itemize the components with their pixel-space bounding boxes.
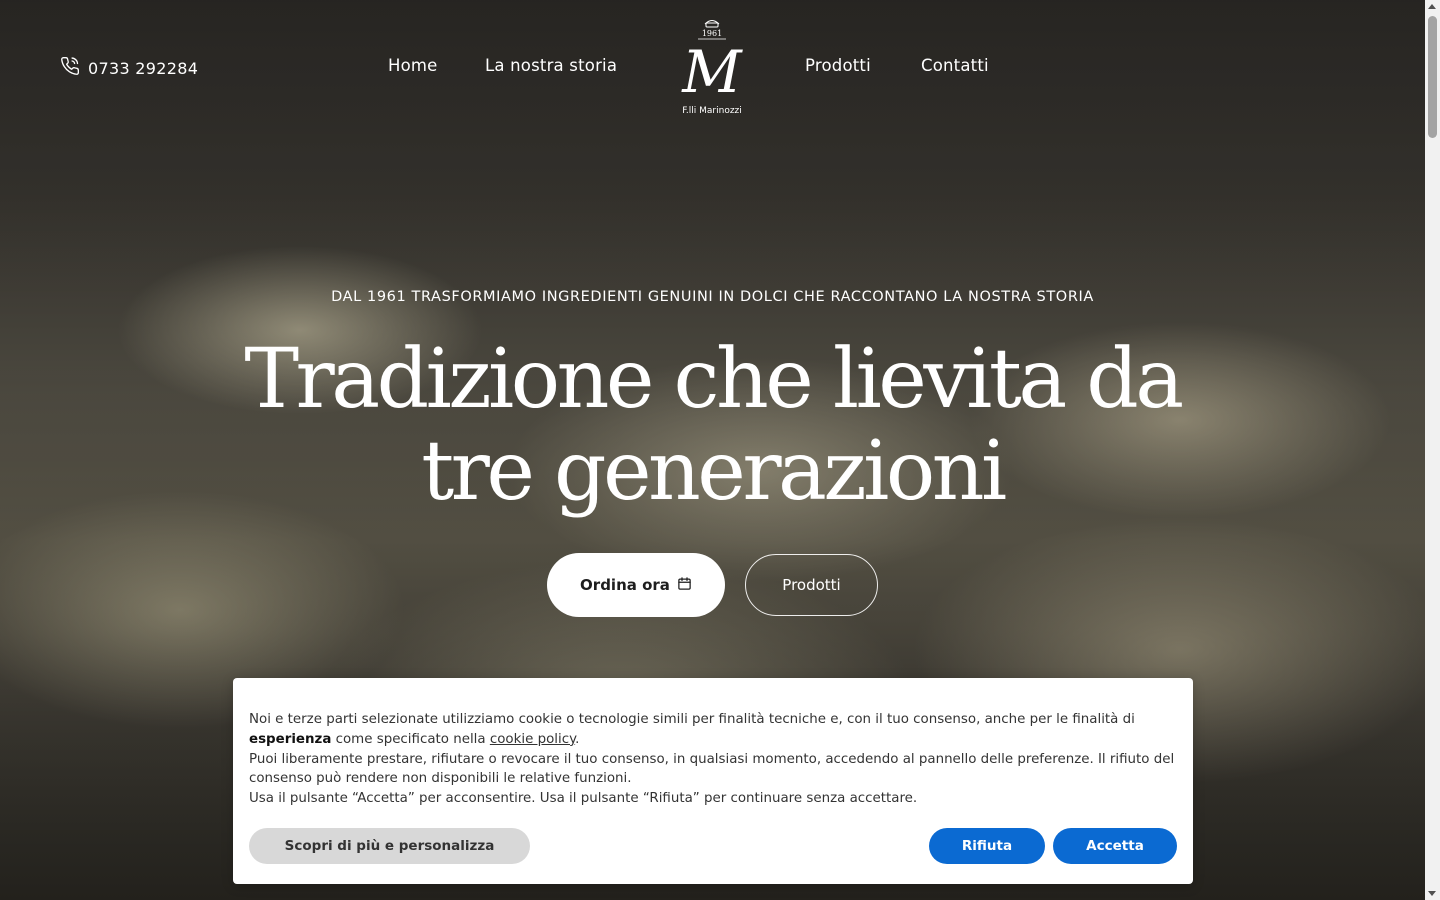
reject-button[interactable]: Rifiuta [929, 828, 1045, 864]
scrollbar-thumb[interactable] [1428, 16, 1437, 138]
scroll-up-arrow-icon[interactable] [1428, 4, 1436, 9]
order-now-label: Ordina ora [580, 576, 670, 594]
cookie-paragraph-2: Puoi liberamente prestare, rifiutare o r… [249, 751, 1175, 787]
cookie-text-bold: esperienza [249, 731, 332, 747]
cookie-paragraph-1: Noi e terze parti selezionate utilizziam… [249, 712, 1135, 747]
accept-button[interactable]: Accetta [1053, 828, 1177, 864]
order-now-button[interactable]: Ordina ora [547, 553, 725, 617]
vertical-scrollbar[interactable] [1425, 0, 1440, 900]
cookie-policy-link[interactable]: cookie policy [490, 732, 575, 747]
products-button[interactable]: Prodotti [745, 554, 878, 616]
cookie-text-mid: come specificato nella [335, 731, 486, 747]
scroll-down-arrow-icon[interactable] [1428, 891, 1436, 896]
headline-line-2: tre generazioni [421, 424, 1007, 519]
cookie-paragraph-3: Usa il pulsante “Accetta” per acconsenti… [249, 791, 918, 807]
cookie-banner: Noi e terze parti selezionate utilizziam… [233, 678, 1193, 884]
headline-line-1: Tradizione che lievita da [244, 332, 1184, 427]
cookie-text: Noi e terze parti selezionate utilizziam… [249, 710, 1179, 809]
hero-eyebrow: DAL 1961 TRASFORMIAMO INGREDIENTI GENUIN… [331, 289, 1094, 305]
cookie-text-intro: Noi e terze parti selezionate utilizziam… [249, 712, 1135, 727]
learn-more-customize-button[interactable]: Scopri di più e personalizza [249, 828, 530, 864]
calendar-icon [677, 576, 692, 595]
hero-headline: Tradizione che lievita da tre generazion… [0, 334, 1425, 518]
